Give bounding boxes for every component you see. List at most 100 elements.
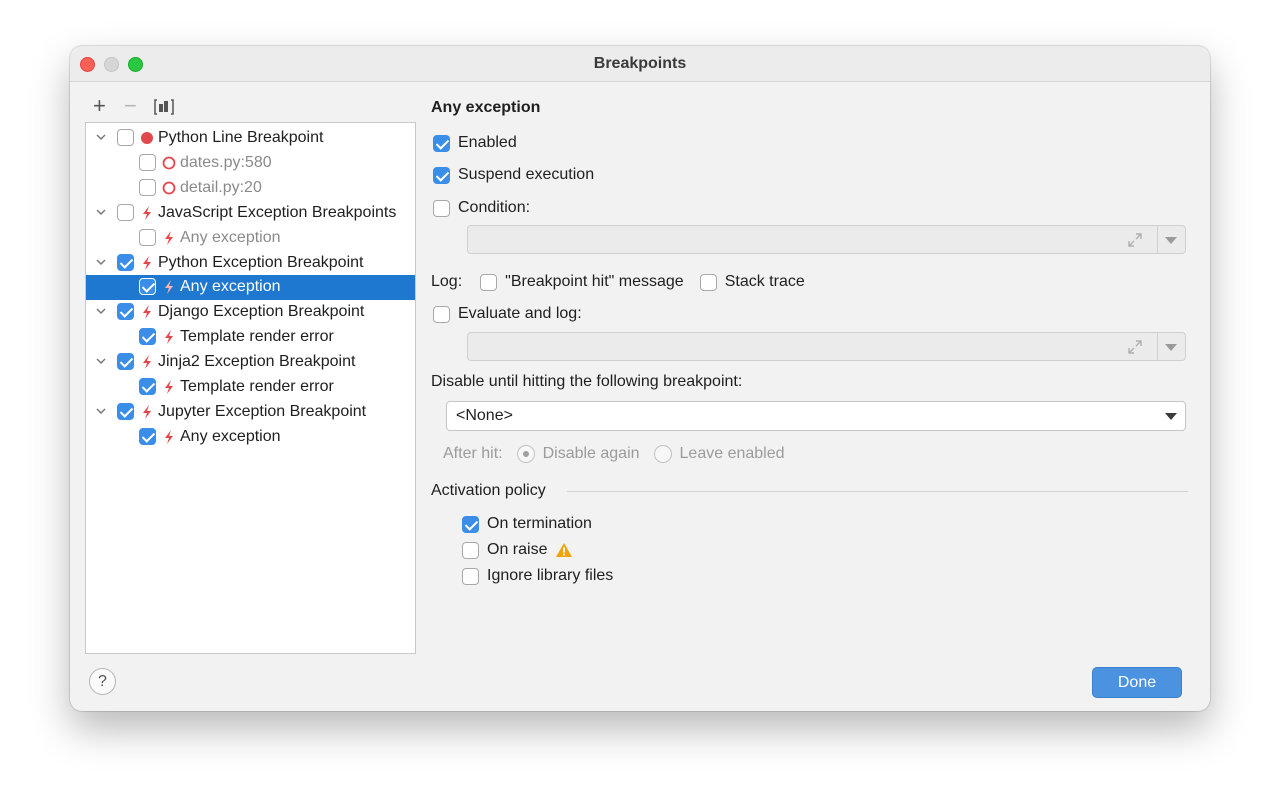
enabled-option[interactable]: Enabled <box>433 134 517 152</box>
disable-again-radio[interactable] <box>516 445 535 463</box>
chevron-down-icon[interactable] <box>1165 413 1177 420</box>
chevron-down-icon[interactable] <box>96 207 106 217</box>
log-row: Log: "Breakpoint hit" message Stack trac… <box>431 273 805 291</box>
field-divider <box>1157 333 1158 360</box>
help-button[interactable]: ? <box>89 668 116 695</box>
tree-row-label: dates.py:580 <box>180 153 272 171</box>
tree-row[interactable]: Any exception <box>86 275 415 301</box>
condition-label: Condition: <box>458 199 531 216</box>
remove-breakpoint-button[interactable]: − <box>124 95 137 117</box>
window-title: Breakpoints <box>593 55 687 72</box>
expand-icon[interactable] <box>1127 339 1143 355</box>
after-hit-row: After hit: Disable again Leave enabled <box>443 445 785 463</box>
tree-row[interactable]: Jinja2 Exception Breakpoint <box>86 350 415 375</box>
tree-row[interactable]: JavaScript Exception Breakpoints <box>86 201 415 226</box>
breakpoint-title: Any exception <box>431 99 541 116</box>
condition-input[interactable] <box>467 225 1186 254</box>
tree-row-label: detail.py:20 <box>180 178 262 196</box>
add-breakpoint-button[interactable]: + <box>93 95 106 117</box>
suspend-checkbox[interactable] <box>433 166 450 184</box>
suspend-label: Suspend execution <box>458 166 595 183</box>
lightning-icon <box>161 329 177 345</box>
tree-row-checkbox[interactable] <box>117 253 134 271</box>
lightning-icon <box>139 354 155 370</box>
disable-again-label: Disable again <box>542 445 640 462</box>
tree-row[interactable]: Any exception <box>86 425 415 450</box>
breakpoint-tree[interactable]: Python Line Breakpoint dates.py:580 detail… <box>85 122 416 654</box>
leave-enabled-radio[interactable] <box>653 445 672 463</box>
tree-row[interactable]: Template render error <box>86 325 415 350</box>
chevron-down-icon[interactable] <box>96 306 106 316</box>
tree-row-checkbox[interactable] <box>139 278 156 296</box>
breakpoints-dialog: Breakpoints + − Python Line Breakpoint da… <box>70 46 1210 711</box>
stack-trace-checkbox[interactable] <box>699 273 717 291</box>
ignore-library-checkbox[interactable] <box>462 567 479 585</box>
tree-row-checkbox[interactable] <box>117 353 134 371</box>
tree-row-label: Any exception <box>180 228 281 246</box>
lightning-icon <box>139 304 155 320</box>
tree-row-label: Jupyter Exception Breakpoint <box>158 402 367 420</box>
group-breakpoints-icon[interactable] <box>154 98 174 115</box>
stack-trace-label: Stack trace <box>724 273 805 290</box>
red-circle-icon <box>161 155 177 171</box>
lightning-icon <box>139 255 155 271</box>
tree-row-checkbox[interactable] <box>139 378 156 395</box>
ignore-library-option[interactable]: Ignore library files <box>462 567 613 585</box>
expand-icon[interactable] <box>1127 232 1143 248</box>
tree-row[interactable]: Python Exception Breakpoint <box>86 251 415 276</box>
tree-row-checkbox[interactable] <box>117 303 134 321</box>
tree-row-checkbox[interactable] <box>139 328 156 346</box>
chevron-down-icon[interactable] <box>1165 344 1177 351</box>
evaluate-option[interactable]: Evaluate and log: <box>433 305 582 323</box>
on-raise-option[interactable]: On raise <box>462 541 573 559</box>
tree-row-label: JavaScript Exception Breakpoints <box>158 203 397 221</box>
tree-row[interactable]: Template render error <box>86 375 415 400</box>
lightning-icon <box>139 404 155 420</box>
chevron-down-icon[interactable] <box>96 257 106 267</box>
chevron-down-icon[interactable] <box>96 132 106 142</box>
on-raise-label: On raise <box>487 541 548 558</box>
evaluate-label: Evaluate and log: <box>458 305 582 322</box>
log-label: Log: <box>431 273 463 290</box>
tree-row-checkbox[interactable] <box>117 129 134 146</box>
done-button[interactable]: Done <box>1092 667 1182 698</box>
tree-row-label: Any exception <box>180 278 281 296</box>
tree-row[interactable]: detail.py:20 <box>86 176 415 201</box>
tree-row[interactable]: Jupyter Exception Breakpoint <box>86 400 415 425</box>
disable-until-value: <None> <box>456 407 513 424</box>
chevron-down-icon[interactable] <box>96 356 106 366</box>
chevron-down-icon[interactable] <box>96 406 106 416</box>
title-bar: Breakpoints <box>70 46 1210 82</box>
enabled-checkbox[interactable] <box>433 134 450 152</box>
disable-until-select[interactable]: <None> <box>446 401 1186 431</box>
on-termination-checkbox[interactable] <box>462 515 479 533</box>
tree-row[interactable]: dates.py:580 <box>86 151 415 176</box>
tree-row[interactable]: Any exception <box>86 226 415 251</box>
condition-option[interactable]: Condition: <box>433 199 530 217</box>
tree-row-checkbox[interactable] <box>117 203 134 221</box>
log-message-checkbox[interactable] <box>480 273 498 291</box>
tree-row-checkbox[interactable] <box>139 228 156 246</box>
red-circle-icon <box>161 180 177 196</box>
field-divider <box>1157 226 1158 253</box>
suspend-option[interactable]: Suspend execution <box>433 166 594 184</box>
condition-checkbox[interactable] <box>433 199 450 217</box>
tree-row-checkbox[interactable] <box>117 402 134 420</box>
on-termination-label: On termination <box>487 515 592 532</box>
tree-row-label: Any exception <box>180 427 281 445</box>
lightning-icon <box>161 379 177 395</box>
on-raise-checkbox[interactable] <box>462 541 479 559</box>
log-message-label: "Breakpoint hit" message <box>505 273 684 290</box>
evaluate-input[interactable] <box>467 332 1186 361</box>
on-termination-option[interactable]: On termination <box>462 515 592 533</box>
tree-row[interactable]: Django Exception Breakpoint <box>86 300 415 325</box>
tree-row[interactable]: Python Line Breakpoint <box>86 126 415 151</box>
tree-row-checkbox[interactable] <box>139 153 156 171</box>
tree-row-checkbox[interactable] <box>139 427 156 445</box>
tree-row-checkbox[interactable] <box>139 178 156 196</box>
lightning-icon <box>139 205 155 221</box>
tree-row-label: Django Exception Breakpoint <box>158 303 365 321</box>
lightning-icon <box>161 429 177 445</box>
chevron-down-icon[interactable] <box>1165 237 1177 244</box>
evaluate-checkbox[interactable] <box>433 305 450 323</box>
